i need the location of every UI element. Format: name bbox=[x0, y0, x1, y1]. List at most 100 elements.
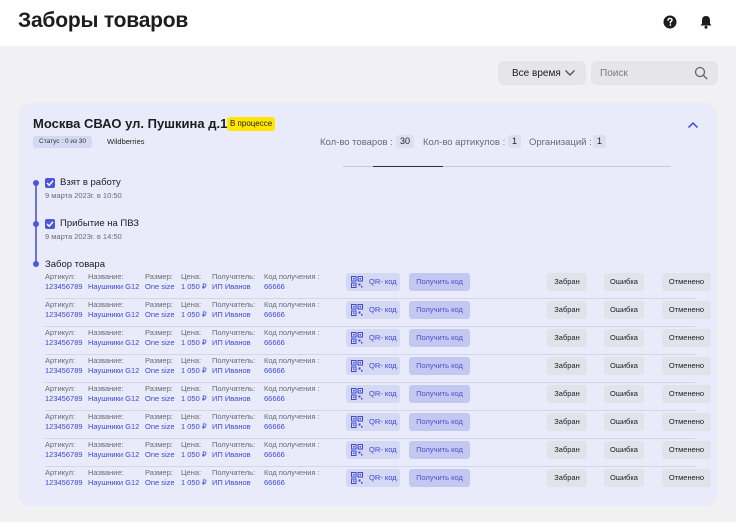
get-code-button[interactable]: Получить код bbox=[409, 441, 470, 459]
recipient-cell: Получатель: ИП Иванов bbox=[212, 468, 255, 488]
taken-button[interactable]: Забран bbox=[547, 357, 587, 375]
name-value[interactable]: Наушники G12 bbox=[88, 338, 139, 348]
error-button[interactable]: Ошибка bbox=[604, 441, 644, 459]
cancel-button[interactable]: Отменено bbox=[662, 273, 711, 291]
recipient-value[interactable]: ИП Иванов bbox=[212, 478, 255, 488]
error-button[interactable]: Ошибка bbox=[604, 385, 644, 403]
get-code-button[interactable]: Получить код bbox=[409, 273, 470, 291]
price-cell: Цена: 1 050 ₽ bbox=[181, 328, 207, 348]
recipient-value[interactable]: ИП Иванов bbox=[212, 366, 255, 376]
step-title: Взят в работу bbox=[60, 177, 121, 188]
article-value[interactable]: 123456789 bbox=[45, 478, 83, 488]
name-value[interactable]: Наушники G12 bbox=[88, 422, 139, 432]
name-value[interactable]: Наушники G12 bbox=[88, 310, 139, 320]
period-select[interactable]: Все время bbox=[498, 61, 586, 85]
get-code-button[interactable]: Получить код bbox=[409, 301, 470, 319]
article-value[interactable]: 123456789 bbox=[45, 422, 83, 432]
cancel-button[interactable]: Отменено bbox=[662, 413, 711, 431]
search-input[interactable] bbox=[591, 61, 681, 85]
get-code-button[interactable]: Получить код bbox=[409, 329, 470, 347]
name-value[interactable]: Наушники G12 bbox=[88, 394, 139, 404]
code-cell: Код получения : 66666 bbox=[264, 412, 320, 432]
article-cell: Артикул: 123456789 bbox=[45, 356, 83, 376]
cancel-button[interactable]: Отменено bbox=[662, 329, 711, 347]
code-value: 66666 bbox=[264, 310, 285, 319]
size-value: One size bbox=[145, 394, 175, 403]
qr-code-button[interactable]: QR- код bbox=[346, 301, 400, 319]
price-cell: Цена: 1 050 ₽ bbox=[181, 468, 207, 488]
taken-button[interactable]: Забран bbox=[547, 469, 587, 487]
qr-code-button[interactable]: QR- код bbox=[346, 329, 400, 347]
name-value[interactable]: Наушники G12 bbox=[88, 282, 139, 292]
size-cell: Размер: One size bbox=[145, 412, 175, 432]
name-cell: Название: Наушники G12 bbox=[88, 412, 139, 432]
name-value[interactable]: Наушники G12 bbox=[88, 478, 139, 488]
recipient-value[interactable]: ИП Иванов bbox=[212, 338, 255, 348]
size-value: One size bbox=[145, 338, 175, 347]
cancel-button[interactable]: Отменено bbox=[662, 469, 711, 487]
error-button[interactable]: Ошибка bbox=[604, 329, 644, 347]
qr-code-button[interactable]: QR- код bbox=[346, 273, 400, 291]
bell-icon[interactable] bbox=[698, 14, 714, 30]
taken-button[interactable]: Забран bbox=[547, 413, 587, 431]
article-value[interactable]: 123456789 bbox=[45, 394, 83, 404]
recipient-value[interactable]: ИП Иванов bbox=[212, 310, 255, 320]
price-label: Цена: bbox=[181, 384, 202, 393]
article-value[interactable]: 123456789 bbox=[45, 282, 83, 292]
qr-code-button[interactable]: QR- код bbox=[346, 469, 400, 487]
taken-button[interactable]: Забран bbox=[547, 441, 587, 459]
qr-code-button[interactable]: QR- код bbox=[346, 357, 400, 375]
table-row: Артикул: 123456789 Название: Наушники G1… bbox=[45, 383, 711, 411]
error-button[interactable]: Ошибка bbox=[604, 469, 644, 487]
size-value: One size bbox=[145, 366, 175, 375]
items-list: Артикул: 123456789 Название: Наушники G1… bbox=[45, 271, 711, 495]
taken-button[interactable]: Забран bbox=[547, 385, 587, 403]
qr-code-button[interactable]: QR- код bbox=[346, 413, 400, 431]
article-value[interactable]: 123456789 bbox=[45, 366, 83, 376]
error-button[interactable]: Ошибка bbox=[604, 301, 644, 319]
price-label: Цена: bbox=[181, 328, 202, 337]
error-button[interactable]: Ошибка bbox=[604, 357, 644, 375]
article-value[interactable]: 123456789 bbox=[45, 450, 83, 460]
search-icon[interactable] bbox=[694, 66, 708, 85]
recipient-cell: Получатель: ИП Иванов bbox=[212, 440, 255, 460]
recipient-cell: Получатель: ИП Иванов bbox=[212, 272, 255, 292]
step-title: Прибытие на ПВЗ bbox=[60, 218, 140, 229]
qr-code-button[interactable]: QR- код bbox=[346, 385, 400, 403]
get-code-button[interactable]: Получить код bbox=[409, 385, 470, 403]
taken-button[interactable]: Забран bbox=[547, 301, 587, 319]
cancel-button[interactable]: Отменено bbox=[662, 357, 711, 375]
taken-button[interactable]: Забран bbox=[547, 273, 587, 291]
recipient-value[interactable]: ИП Иванов bbox=[212, 282, 255, 292]
recipient-value[interactable]: ИП Иванов bbox=[212, 450, 255, 460]
cancel-button[interactable]: Отменено bbox=[662, 301, 711, 319]
help-circle-icon[interactable] bbox=[662, 14, 678, 30]
size-cell: Размер: One size bbox=[145, 384, 175, 404]
get-code-button[interactable]: Получить код bbox=[409, 413, 470, 431]
size-label: Размер: bbox=[145, 468, 173, 477]
recipient-label: Получатель: bbox=[212, 300, 256, 309]
article-value[interactable]: 123456789 bbox=[45, 338, 83, 348]
get-code-button[interactable]: Получить код bbox=[409, 469, 470, 487]
article-value[interactable]: 123456789 bbox=[45, 310, 83, 320]
chevron-up-icon[interactable] bbox=[687, 117, 699, 135]
name-value[interactable]: Наушники G12 bbox=[88, 366, 139, 376]
error-button[interactable]: Ошибка bbox=[604, 413, 644, 431]
error-button[interactable]: Ошибка bbox=[604, 273, 644, 291]
name-value[interactable]: Наушники G12 bbox=[88, 450, 139, 460]
price-label: Цена: bbox=[181, 300, 202, 309]
cancel-button[interactable]: Отменено bbox=[662, 385, 711, 403]
qr-code-button[interactable]: QR- код bbox=[346, 441, 400, 459]
article-label: Артикул: bbox=[45, 272, 76, 281]
size-value: One size bbox=[145, 310, 175, 319]
recipient-value[interactable]: ИП Иванов bbox=[212, 422, 255, 432]
taken-button[interactable]: Забран bbox=[547, 329, 587, 347]
get-code-button[interactable]: Получить код bbox=[409, 357, 470, 375]
table-row: Артикул: 123456789 Название: Наушники G1… bbox=[45, 327, 711, 355]
article-label: Артикул: bbox=[45, 412, 76, 421]
recipient-value[interactable]: ИП Иванов bbox=[212, 394, 255, 404]
article-cell: Артикул: 123456789 bbox=[45, 440, 83, 460]
size-cell: Размер: One size bbox=[145, 300, 175, 320]
cancel-button[interactable]: Отменено bbox=[662, 441, 711, 459]
stat-articles-label: Кол-во артикулов : bbox=[423, 137, 506, 148]
